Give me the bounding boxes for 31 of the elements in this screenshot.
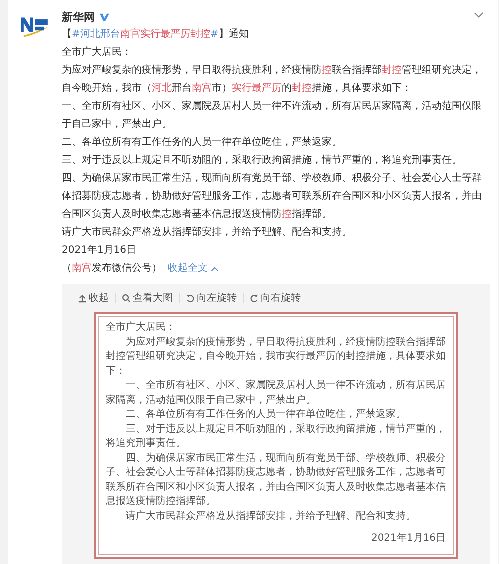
post-paragraph: 三、对于违反以上规定且不听劝阻的，采取行政拘留措施，情节严重的，将追究刑事责任。 [62, 154, 463, 168]
hashtag-link[interactable]: #河北邢台南宫实行最严厉封控# [72, 29, 219, 40]
document-paragraph: 一、全市所有社区、小区、家属院及居村人员一律不许流动，所有居民居家隔离，活动范围仅限于自己家中，严禁出户。 [106, 379, 446, 408]
rotate-right-icon [250, 294, 259, 302]
post-paragraph: 请广大市民群众严格遵从指挥部安排，并给予理解、配合和支持。 [62, 226, 353, 240]
toolbar-button[interactable]: 查看大图 [116, 291, 179, 305]
document-paragraph: 二、各单位所有有工作任务的人员一律在单位吃住，严禁返家。 [125, 408, 407, 422]
post-paragraph: 【#河北邢台南宫实行最严厉封控#】通知 [62, 28, 250, 42]
document-paragraph: 请广大市民群众严格遵从指挥部安排，并给予理解、配合和支持。 [125, 510, 417, 524]
document-paragraph: 三、对于违反以上规定且不听劝阻的，采取行政拘留措施，情节严重的，将追究刑事责任。 [106, 422, 446, 451]
document-date: 2021年1月16日 [370, 532, 446, 546]
source-note: （南宫发布微信公号） [62, 262, 162, 276]
search-icon [122, 294, 131, 302]
post-paragraph: 二、各单位所有有工作任务的人员一律在单位吃住，严禁返家。 [62, 136, 343, 150]
post-paragraph: 为应对严峻复杂的疫情形势，早日取得抗疫胜利，经疫情防控联合指挥部封控管理组研究决定，自今晚开始，我市（河北邢台南宫市）实行最严厉的封控措施，具体要求如下： [62, 64, 483, 96]
toolbar-button[interactable]: 向右旋转 [244, 291, 307, 305]
chevron-down-icon[interactable] [474, 12, 484, 19]
post-paragraph: 一、全市所有社区、小区、家属院及居村人员一律不许流动，所有居民居家隔离，活动范围仅限于自己家中，严禁出户。 [62, 100, 483, 132]
document-paragraph: 为应对严峻复杂的疫情形势，早日取得抗疫胜利，经疫情防控联合指挥部封控管理组研究决定，自今晚开始，我市实行最严厉的封控措施，具体要求如下： [106, 336, 446, 378]
account-name[interactable]: 新华网 [62, 10, 95, 24]
upload-arrow-icon [78, 294, 87, 302]
toolbar-button[interactable]: 向左旋转 [180, 291, 243, 305]
document-salutation: 全市广大居民： [106, 321, 177, 335]
toolbar-button[interactable]: 收起 [72, 291, 115, 305]
collapse-link[interactable]: 收起全文 [168, 260, 219, 278]
post-paragraph: 四、为确保居家市民正常生活，现面向所有党员干部、学校教师、积极分子、社会爱心人士等群体招募防疫志愿者，协助做好管理服务工作，志愿者可联系所在合围区和小区负责人报名，并由合围区负责人及时收集志愿者基本信息报送疫情防控指挥部。 [62, 172, 483, 222]
caret-up-icon [211, 266, 219, 272]
post-paragraph: 2021年1月16日 [62, 244, 138, 258]
post-paragraph: 全市广大居民： [62, 46, 133, 60]
rotate-left-icon [186, 294, 195, 302]
document-paragraph: 四、为确保居家市民正常生活，现面向所有党员干部、学校教师、积极分子、社会爱心人士等群体招募防疫志愿者，协助做好管理服务工作，志愿者可联系所在合围区和小区负责人报名，并由合围区负责人及时收集志愿者基本信息报送疫情防控指挥部。 [106, 452, 446, 509]
